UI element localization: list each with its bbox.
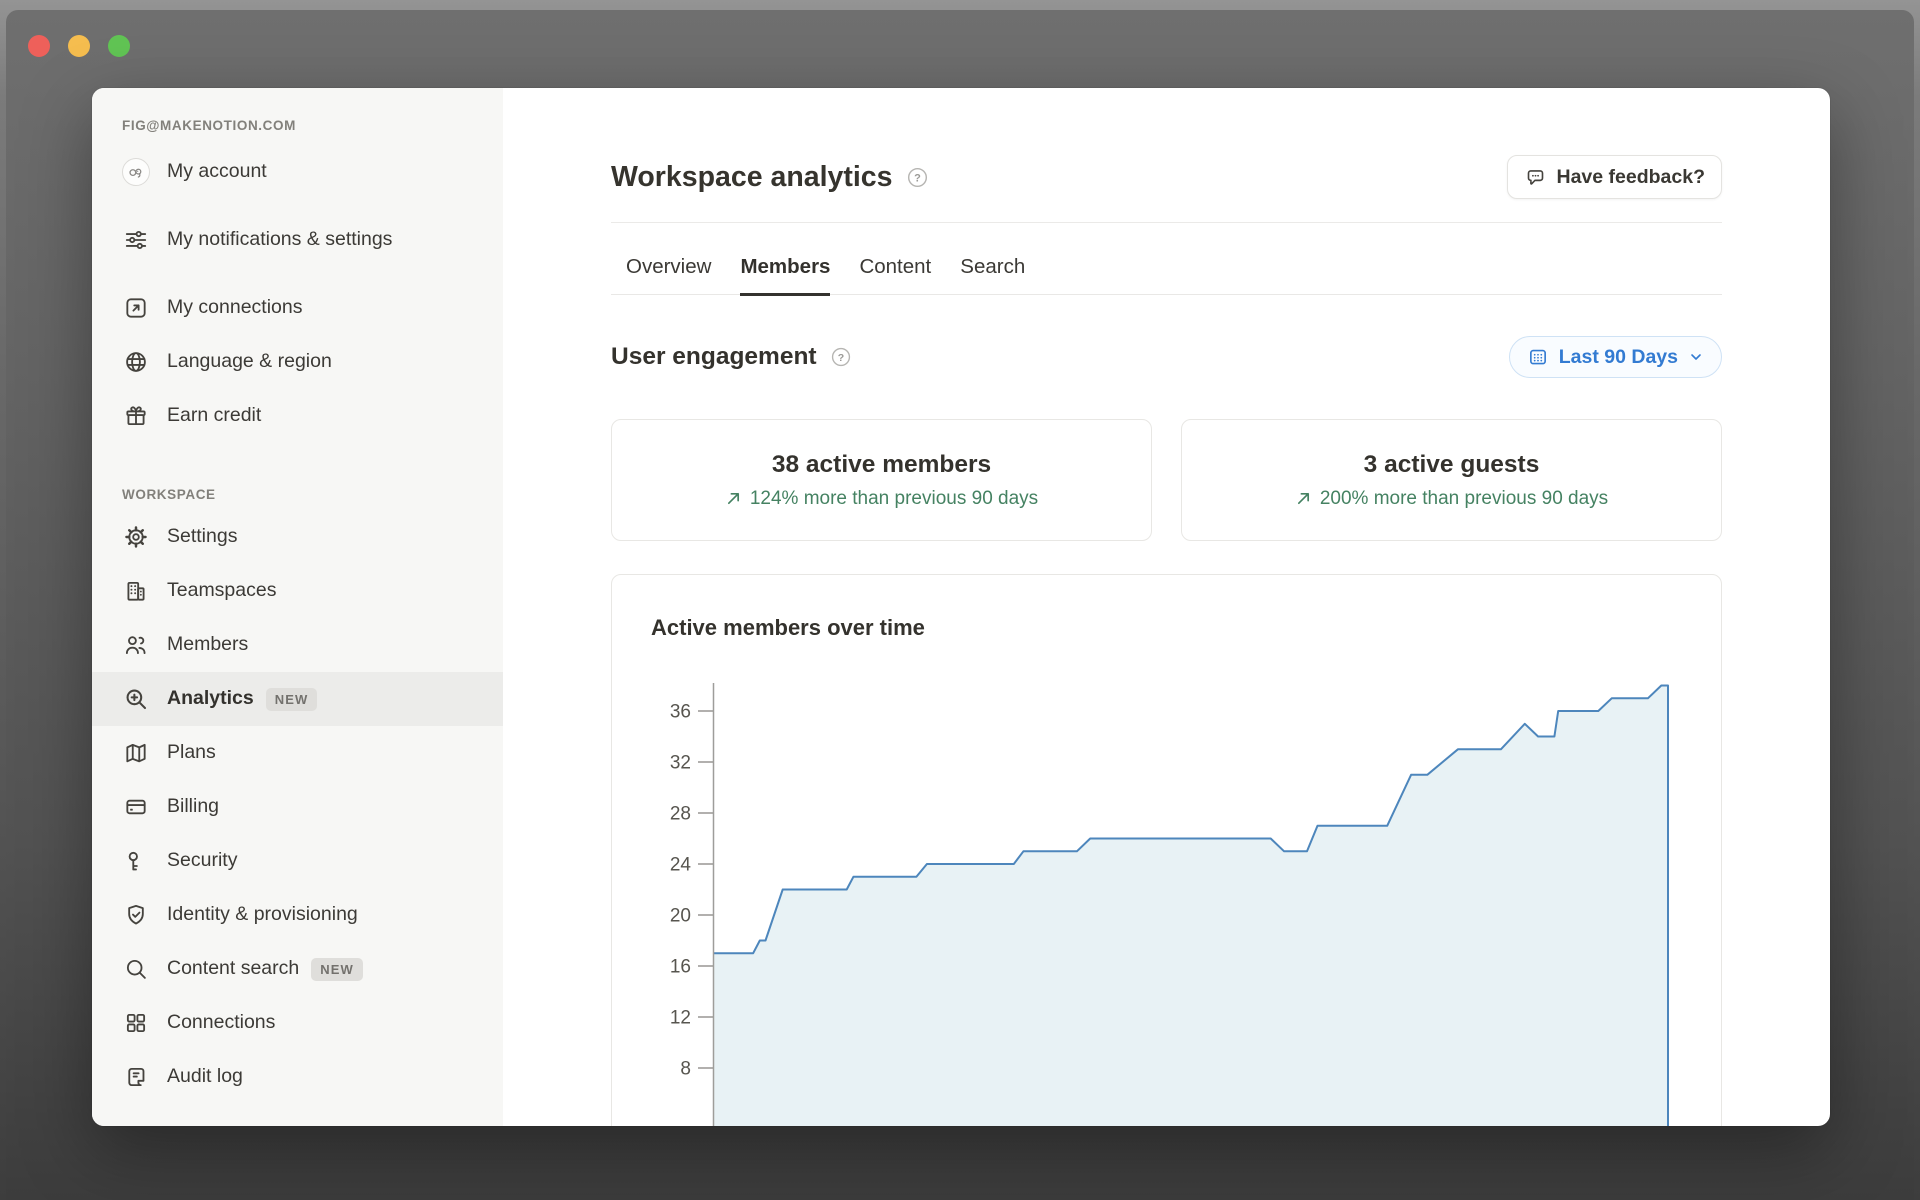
tab-content[interactable]: Content xyxy=(859,255,931,296)
tab-bar: Overview Members Content Search xyxy=(611,255,1722,296)
sidebar-item-label: Analytics xyxy=(167,687,254,710)
sidebar-item-connections[interactable]: Connections xyxy=(92,996,503,1050)
new-badge: NEW xyxy=(311,957,363,981)
magnifier-icon xyxy=(122,955,150,983)
sidebar-item-label: Connections xyxy=(167,1011,276,1034)
active-members-chart-card: Active members over time 36 32 28 24 20 16 12 8 xyxy=(611,574,1722,1126)
tab-search[interactable]: Search xyxy=(960,255,1025,296)
chart-title: Active members over time xyxy=(651,615,925,640)
svg-text:32: 32 xyxy=(670,753,691,774)
sidebar-item-label: Security xyxy=(167,849,238,872)
svg-text:24: 24 xyxy=(670,855,692,876)
speech-bubble-icon xyxy=(1527,169,1543,185)
sidebar-item-members[interactable]: Members xyxy=(92,618,503,672)
scroll-icon xyxy=(122,1063,150,1091)
tab-members[interactable]: Members xyxy=(740,255,831,296)
user-engagement-heading: User engagement xyxy=(611,343,817,370)
date-range-label: Last 90 Days xyxy=(1558,345,1678,368)
settings-dialog: FIG@MAKENOTION.COM My account My notific… xyxy=(92,88,1830,1126)
sidebar-item-notifications-settings[interactable]: My notifications & settings xyxy=(92,199,503,281)
key-icon xyxy=(122,847,150,875)
svg-text:20: 20 xyxy=(670,906,691,927)
svg-text:8: 8 xyxy=(680,1059,691,1080)
sidebar-item-audit-log[interactable]: Audit log xyxy=(92,1050,503,1104)
arrow-up-right-square-icon xyxy=(122,294,150,322)
sidebar-item-billing[interactable]: Billing xyxy=(92,780,503,834)
calendar-icon xyxy=(1529,349,1546,365)
workspace-section-heading: WORKSPACE xyxy=(122,487,216,502)
sidebar-item-content-search[interactable]: Content search NEW xyxy=(92,942,503,996)
sidebar-item-security[interactable]: Security xyxy=(92,834,503,888)
sidebar-item-plans[interactable]: Plans xyxy=(92,726,503,780)
svg-text:?: ? xyxy=(915,172,922,184)
sidebar-item-label: Earn credit xyxy=(167,404,262,427)
svg-text:?: ? xyxy=(837,352,843,364)
sidebar-item-label: My notifications & settings xyxy=(167,228,393,251)
zoom-button[interactable] xyxy=(108,35,130,57)
stat-delta-text: 124% more than previous 90 days xyxy=(749,487,1039,509)
new-badge: NEW xyxy=(265,687,318,711)
tab-overview[interactable]: Overview xyxy=(626,255,711,296)
shield-check-icon xyxy=(122,901,150,929)
help-icon[interactable]: ? xyxy=(830,346,852,368)
svg-text:16: 16 xyxy=(670,957,691,978)
sidebar-item-earn-credit[interactable]: Earn credit xyxy=(92,389,503,443)
avatar xyxy=(122,158,150,186)
stat-value: 38 active members xyxy=(771,450,992,478)
svg-text:36: 36 xyxy=(670,702,691,723)
sliders-icon xyxy=(122,226,150,254)
grid-icon xyxy=(122,1009,150,1037)
minimize-button[interactable] xyxy=(68,35,90,57)
sidebar-item-label: Plans xyxy=(167,741,216,764)
date-range-dropdown[interactable]: Last 90 Days xyxy=(1508,336,1722,378)
sidebar-item-settings[interactable]: Settings xyxy=(92,510,503,564)
active-members-stat-card: 38 active members 124% more than previou… xyxy=(611,419,1152,541)
magnifier-plus-icon xyxy=(122,685,150,713)
sidebar-item-label: Language & region xyxy=(167,350,332,373)
active-guests-stat-card: 3 active guests 200% more than previous … xyxy=(1181,419,1722,541)
sidebar-item-label: My account xyxy=(167,160,267,183)
people-icon xyxy=(122,631,150,659)
sidebar-item-my-connections[interactable]: My connections xyxy=(92,281,503,335)
stats-row: 38 active members 124% more than previou… xyxy=(611,419,1722,541)
sidebar-item-label: Billing xyxy=(167,795,220,818)
sidebar-item-label: Members xyxy=(167,633,249,656)
stat-delta-text: 200% more than previous 90 days xyxy=(1319,487,1609,509)
arrow-up-right-icon xyxy=(1297,492,1309,505)
analytics-main-panel: Workspace analytics ? Have feedback? Ove… xyxy=(503,88,1830,1126)
globe-icon xyxy=(122,348,150,376)
svg-text:12: 12 xyxy=(670,1008,691,1029)
settings-sidebar: FIG@MAKENOTION.COM My account My notific… xyxy=(92,88,503,1126)
sidebar-item-language-region[interactable]: Language & region xyxy=(92,335,503,389)
gear-icon xyxy=(122,523,150,551)
sidebar-item-my-account[interactable]: My account xyxy=(92,145,503,199)
sidebar-item-label: My connections xyxy=(167,296,303,319)
svg-text:28: 28 xyxy=(670,804,691,825)
sidebar-item-teamspaces[interactable]: Teamspaces xyxy=(92,564,503,618)
header-divider xyxy=(611,222,1722,223)
have-feedback-button[interactable]: Have feedback? xyxy=(1506,155,1722,199)
gift-icon xyxy=(122,402,150,430)
app-window: FIG@MAKENOTION.COM My account My notific… xyxy=(6,10,1914,1200)
have-feedback-label: Have feedback? xyxy=(1556,165,1706,188)
help-icon[interactable]: ? xyxy=(906,166,929,189)
arrow-up-right-icon xyxy=(727,492,739,505)
window-controls xyxy=(28,35,130,57)
sidebar-item-label: Identity & provisioning xyxy=(167,903,358,926)
close-button[interactable] xyxy=(28,35,50,57)
chevron-down-icon xyxy=(1691,354,1701,360)
sidebar-item-label: Content search xyxy=(167,957,300,980)
sidebar-item-label: Audit log xyxy=(167,1065,243,1088)
sidebar-item-label: Settings xyxy=(167,525,238,548)
account-email-heading: FIG@MAKENOTION.COM xyxy=(122,118,296,133)
stat-value: 3 active guests xyxy=(1363,450,1540,478)
sidebar-item-analytics[interactable]: Analytics NEW xyxy=(92,672,503,726)
active-members-area-chart: 36 32 28 24 20 16 12 8 xyxy=(670,683,1669,1126)
sidebar-item-identity-provisioning[interactable]: Identity & provisioning xyxy=(92,888,503,942)
map-icon xyxy=(122,739,150,767)
credit-card-icon xyxy=(122,793,150,821)
sidebar-item-label: Teamspaces xyxy=(167,579,277,602)
page-title: Workspace analytics xyxy=(611,160,893,193)
building-icon xyxy=(122,577,150,605)
